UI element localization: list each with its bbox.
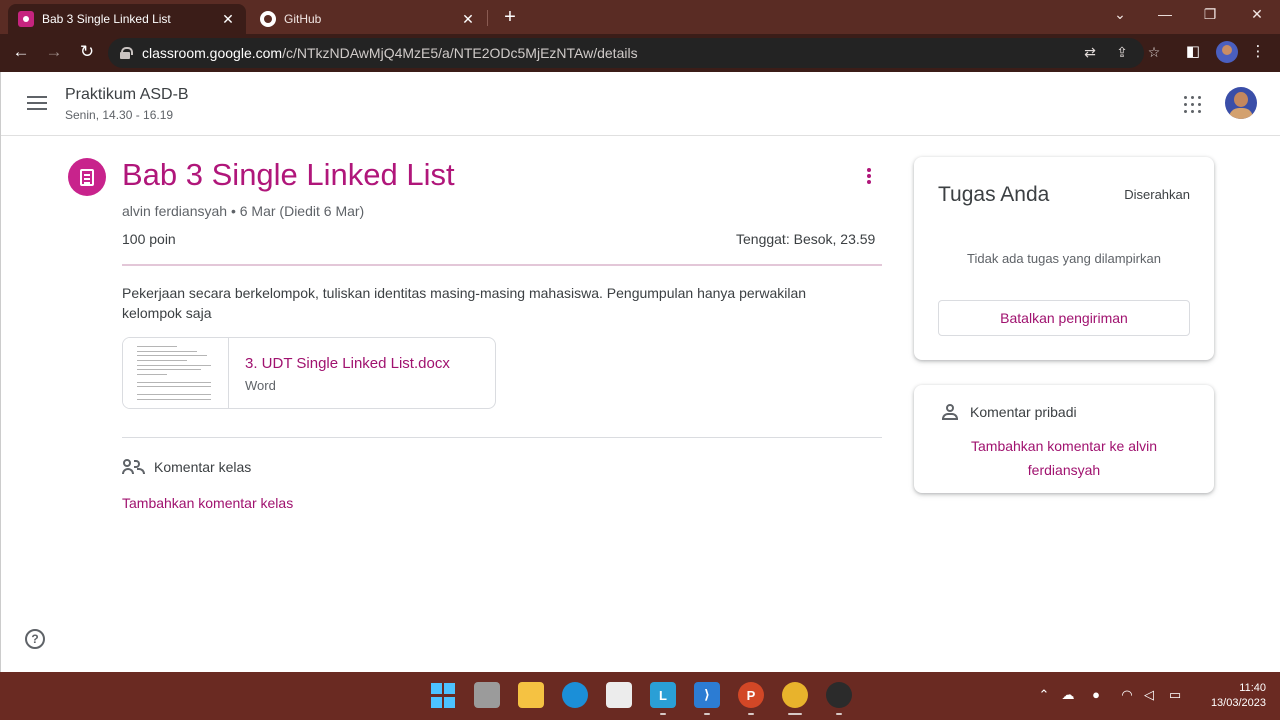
assignment-due-date: Tenggat: Besok, 23.59: [736, 231, 876, 247]
microsoft-store-icon[interactable]: [606, 682, 632, 708]
running-indicator: [748, 713, 754, 715]
github-favicon-icon: [260, 11, 276, 27]
main-menu-icon[interactable]: [27, 96, 47, 110]
new-tab-button[interactable]: +: [498, 6, 522, 29]
battery-icon[interactable]: ▭: [1166, 687, 1184, 703]
windows-start-icon[interactable]: [430, 682, 456, 708]
task-view-icon[interactable]: [474, 682, 500, 708]
reload-icon[interactable]: ↻: [76, 42, 98, 62]
share-icon[interactable]: ⇪: [1113, 44, 1131, 61]
minimize-button[interactable]: —: [1155, 6, 1175, 22]
wifi-icon[interactable]: ◠: [1118, 687, 1136, 703]
class-comments-label: Komentar kelas: [154, 459, 252, 475]
back-arrow-icon[interactable]: ←: [10, 42, 32, 62]
vscode-icon[interactable]: ⟩: [694, 682, 720, 708]
assignment-title: Bab 3 Single Linked List: [122, 157, 455, 192]
bookmark-star-icon[interactable]: ☆: [1145, 44, 1163, 61]
obs-studio-icon[interactable]: [826, 682, 852, 708]
more-options-icon[interactable]: [867, 168, 873, 186]
attachment-type: Word: [245, 378, 276, 393]
tab-github[interactable]: GitHub ✕: [250, 4, 486, 34]
side-panel-icon[interactable]: ◧: [1183, 42, 1203, 60]
classroom-app-bar: Praktikum ASD-B Senin, 14.30 - 16.19: [1, 72, 1280, 136]
running-indicator: [660, 713, 666, 715]
file-explorer-icon[interactable]: [518, 682, 544, 708]
restore-button[interactable]: ❐: [1200, 6, 1220, 23]
url-path: /c/NTkzNDAwMjQ4MzE5/a/NTE2ODc5MjEzNTAw/d…: [282, 45, 638, 61]
people-icon: [122, 459, 146, 475]
classroom-favicon-icon: [18, 11, 34, 27]
divider: [122, 264, 882, 266]
tab-search-icon[interactable]: ⌄: [1110, 6, 1130, 23]
attachment-card[interactable]: 3. UDT Single Linked List.docx Word: [122, 337, 496, 409]
show-hidden-icons-icon[interactable]: ⌃: [1035, 687, 1053, 703]
address-bar[interactable]: classroom.google.com /c/NTkzNDAwMjQ4MzE5…: [108, 38, 1144, 68]
person-icon: [942, 404, 958, 420]
add-class-comment-link[interactable]: Tambahkan komentar kelas: [122, 495, 293, 511]
browser-tab-bar: Bab 3 Single Linked List ✕ GitHub ✕ + ⌄ …: [0, 0, 1280, 34]
forward-arrow-icon[interactable]: →: [43, 42, 65, 62]
classroom-page: Praktikum ASD-B Senin, 14.30 - 16.19 Bab…: [0, 72, 1280, 672]
add-private-comment-link[interactable]: Tambahkan komentar ke alvin ferdiansyah: [954, 434, 1174, 482]
google-apps-icon[interactable]: [1184, 96, 1201, 113]
url-host: classroom.google.com: [142, 45, 283, 61]
volume-icon[interactable]: ◁: [1140, 687, 1158, 703]
clock-time: 11:40: [1239, 682, 1266, 694]
your-work-title: Tugas Anda: [938, 183, 1050, 206]
onedrive-cloud-icon[interactable]: ☁: [1059, 687, 1077, 703]
system-clock[interactable]: 11:40 13/03/2023: [1211, 681, 1266, 711]
private-comments-title: Komentar pribadi: [970, 404, 1077, 420]
attachment-name[interactable]: 3. UDT Single Linked List.docx: [245, 355, 450, 372]
unsubmit-button[interactable]: Batalkan pengiriman: [938, 300, 1190, 336]
running-indicator: [788, 713, 802, 715]
help-icon[interactable]: ?: [25, 629, 45, 649]
microphone-icon[interactable]: ●: [1087, 687, 1105, 702]
class-name[interactable]: Praktikum ASD-B: [65, 86, 189, 104]
tab-title: GitHub: [284, 12, 322, 26]
tab-title: Bab 3 Single Linked List: [42, 12, 171, 26]
your-work-card: Tugas Anda Diserahkan Tidak ada tugas ya…: [914, 157, 1214, 360]
account-avatar[interactable]: [1225, 87, 1257, 119]
clock-date: 13/03/2023: [1210, 697, 1266, 709]
assignment-description: Pekerjaan secara berkelompok, tuliskan i…: [122, 285, 807, 321]
l-app-icon[interactable]: L: [650, 682, 676, 708]
browser-menu-icon[interactable]: ⋮: [1248, 42, 1268, 60]
windows-taskbar: L ⟩ P ⌃ ☁ ● ◠ ◁ ▭ 11:40 13/03/2023: [0, 672, 1280, 720]
close-window-button[interactable]: ✕: [1247, 6, 1267, 23]
private-comments-card: Komentar pribadi Tambahkan komentar ke a…: [914, 385, 1214, 493]
lock-icon[interactable]: [120, 47, 133, 59]
class-schedule: Senin, 14.30 - 16.19: [65, 108, 174, 122]
assignment-meta: alvin ferdiansyah • 6 Mar (Diedit 6 Mar): [122, 203, 365, 219]
tab-separator: [487, 10, 488, 26]
running-indicator: [836, 713, 842, 715]
browser-profile-avatar[interactable]: [1216, 41, 1238, 63]
submission-status: Diserahkan: [1124, 187, 1190, 202]
tab-close-icon[interactable]: ✕: [460, 11, 476, 28]
powerpoint-icon[interactable]: P: [738, 682, 764, 708]
chrome-icon[interactable]: [782, 682, 808, 708]
no-work-attached-text: Tidak ada tugas yang dilampirkan: [967, 251, 1161, 266]
tab-close-icon[interactable]: ✕: [220, 11, 236, 28]
running-indicator: [704, 713, 710, 715]
attachment-thumbnail: [123, 338, 229, 408]
assignment-points: 100 poin: [122, 231, 176, 247]
edge-browser-icon[interactable]: [562, 682, 588, 708]
divider: [122, 437, 882, 438]
translate-icon[interactable]: ⇄: [1081, 44, 1099, 61]
assignment-icon: [68, 158, 106, 196]
tab-classroom[interactable]: Bab 3 Single Linked List ✕: [8, 4, 246, 34]
